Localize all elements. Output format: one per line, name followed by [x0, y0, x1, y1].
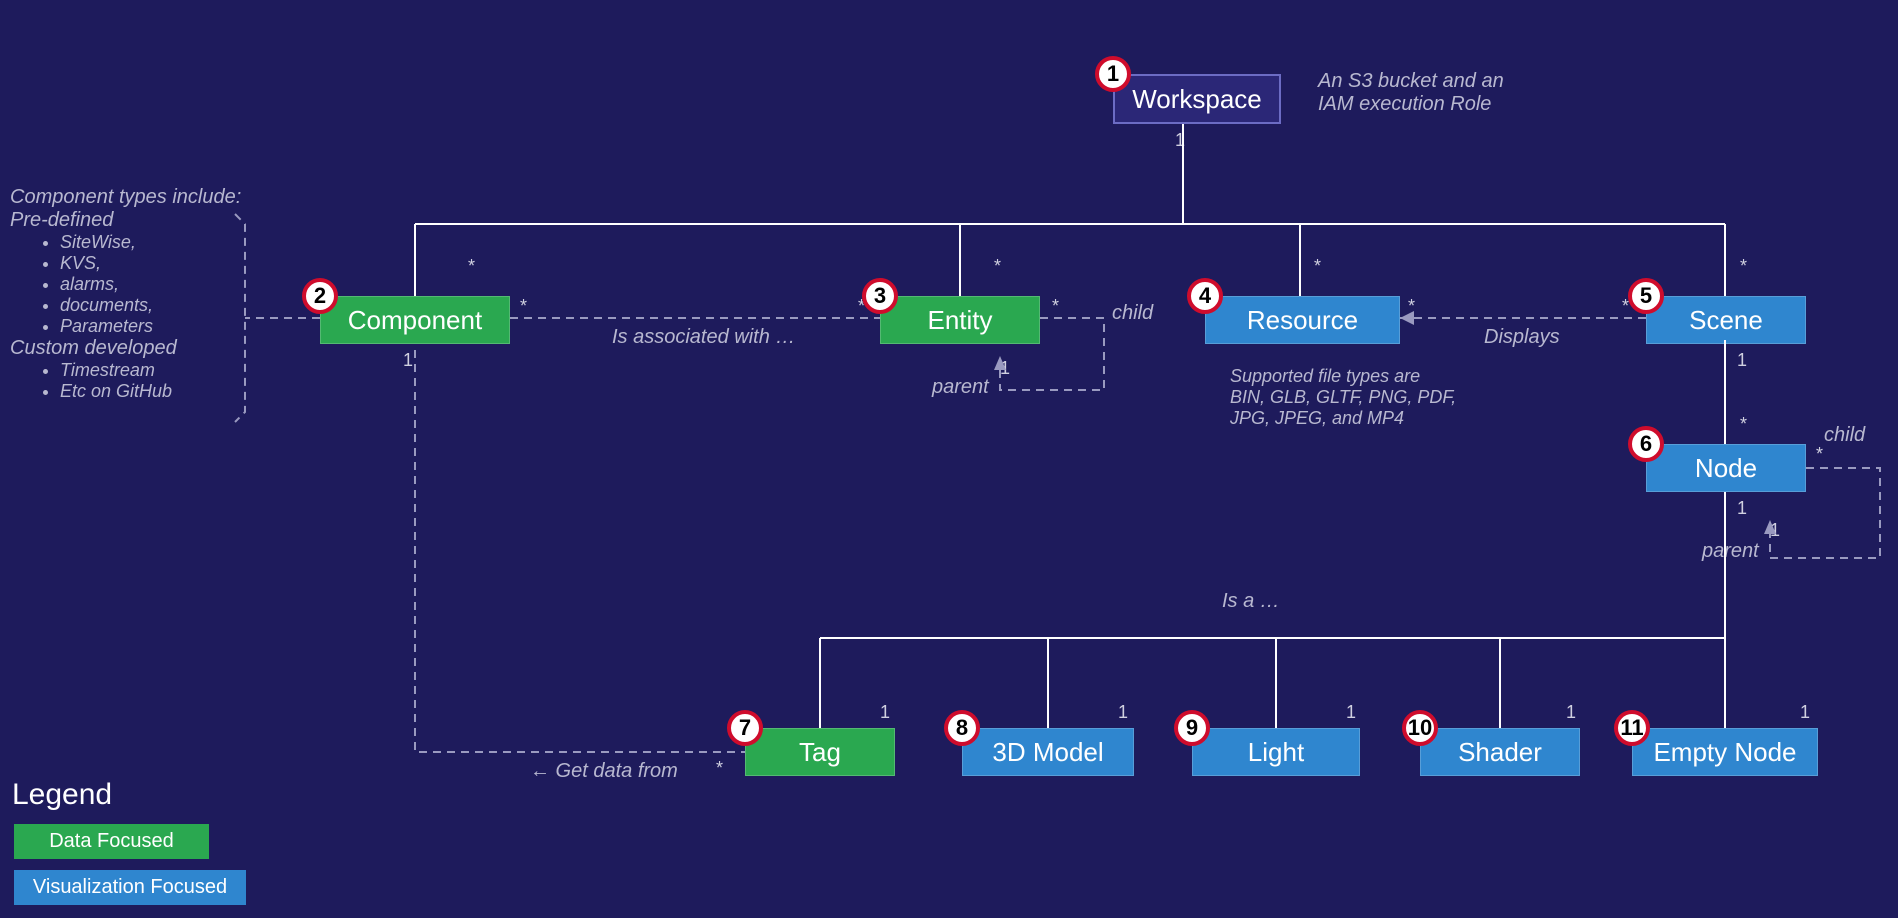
card-light-1: 1 [1346, 702, 1356, 723]
card-comp-top: * [468, 256, 475, 277]
node-tag: Tag [745, 728, 895, 776]
card-scene-top: * [1740, 256, 1747, 277]
node-node: Node [1646, 444, 1806, 492]
ann-workspace: An S3 bucket and an IAM execution Role [1318, 70, 1504, 116]
card-ent-child-star: * [1052, 296, 1059, 317]
node-scene: Scene [1646, 296, 1806, 344]
list-item: SiteWise, [60, 232, 241, 253]
badge-10: 10 [1402, 710, 1438, 746]
legend-viz: Visualization Focused [14, 870, 246, 905]
legend-title: Legend [12, 778, 112, 812]
badge-5: 5 [1628, 278, 1664, 314]
label-node-parent: parent [1702, 540, 1759, 563]
connector-lines [0, 0, 1898, 918]
node-label: Entity [927, 305, 992, 336]
node-label: 3D Model [992, 737, 1103, 768]
card-tag-star: * [716, 758, 723, 779]
card-tag-1: 1 [880, 702, 890, 723]
card-3d-1: 1 [1118, 702, 1128, 723]
badge-6: 6 [1628, 426, 1664, 462]
badge-4: 4 [1187, 278, 1223, 314]
node-3dmodel: 3D Model [962, 728, 1134, 776]
label-isa: Is a … [1222, 590, 1280, 613]
badge-2: 2 [302, 278, 338, 314]
node-entity: Entity [880, 296, 1040, 344]
badge-11: 11 [1614, 710, 1650, 746]
badge-7: 7 [727, 710, 763, 746]
card-workspace-1: 1 [1175, 130, 1185, 151]
node-resource: Resource [1205, 296, 1400, 344]
node-component: Component [320, 296, 510, 344]
label-ent-child: child [1112, 302, 1153, 325]
badge-8: 8 [944, 710, 980, 746]
node-label: Node [1695, 453, 1757, 484]
list-item: Parameters [60, 316, 241, 337]
node-label: Resource [1247, 305, 1358, 336]
label-displays: Displays [1484, 326, 1560, 349]
node-label: Shader [1458, 737, 1542, 768]
card-displays-left: * [1408, 296, 1415, 317]
card-scene-1: 1 [1737, 350, 1747, 371]
card-node-child-star: * [1816, 444, 1823, 465]
card-comp-1: 1 [403, 350, 413, 371]
label-ent-parent: parent [932, 376, 989, 399]
node-label: Component [348, 305, 482, 336]
label-assoc: Is associated with … [612, 326, 795, 349]
node-light: Light [1192, 728, 1360, 776]
list-item: Etc on GitHub [60, 381, 241, 402]
badge-1: 1 [1095, 56, 1131, 92]
badge-9: 9 [1174, 710, 1210, 746]
badge-3: 3 [862, 278, 898, 314]
card-node-star: * [1740, 414, 1747, 435]
card-node-1: 1 [1737, 498, 1747, 519]
node-label: Scene [1689, 305, 1763, 336]
label-node-child: child [1824, 424, 1865, 447]
node-workspace: Workspace [1113, 74, 1281, 124]
card-res-top: * [1314, 256, 1321, 277]
label-getdata: ← Get data from [530, 760, 678, 783]
node-label: Tag [799, 737, 841, 768]
ann-component-types: Component types include: Pre-defined Sit… [10, 186, 241, 402]
card-assoc-left: * [520, 296, 527, 317]
list-item: alarms, [60, 274, 241, 295]
card-shader-1: 1 [1566, 702, 1576, 723]
list-item: documents, [60, 295, 241, 316]
card-ent-top: * [994, 256, 1001, 277]
list-item: KVS, [60, 253, 241, 274]
card-empty-1: 1 [1800, 702, 1810, 723]
ann-resource: Supported file types are BIN, GLB, GLTF,… [1230, 366, 1456, 429]
node-shader: Shader [1420, 728, 1580, 776]
node-emptynode: Empty Node [1632, 728, 1818, 776]
card-node-parent-1: 1 [1770, 520, 1780, 541]
legend-data: Data Focused [14, 824, 209, 859]
node-label: Workspace [1132, 84, 1262, 115]
node-label: Light [1248, 737, 1304, 768]
list-item: Timestream [60, 360, 241, 381]
card-ent-parent-1: 1 [1000, 358, 1010, 379]
node-label: Empty Node [1653, 737, 1796, 768]
